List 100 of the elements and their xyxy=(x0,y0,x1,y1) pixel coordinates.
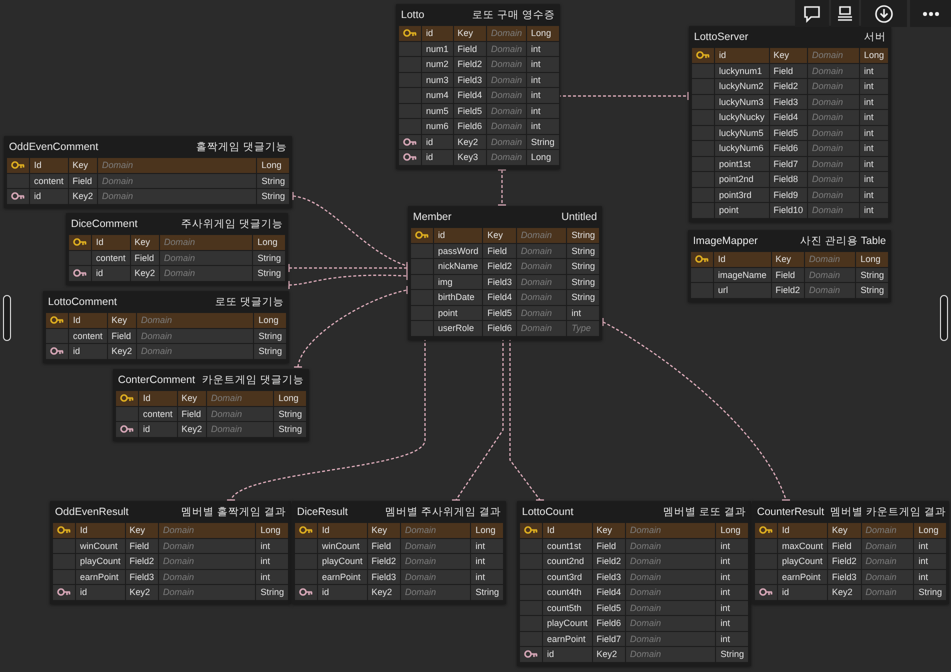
column-name-cell: winCount xyxy=(318,538,367,553)
domain-cell: Domain xyxy=(516,228,566,242)
logical-name-cell: Field10 xyxy=(770,203,808,218)
more-icon xyxy=(922,12,938,16)
foreign-key-icon xyxy=(403,153,417,162)
domain-cell: Domain xyxy=(808,141,859,156)
type-cell: int xyxy=(256,554,288,568)
type-cell: Long xyxy=(254,313,286,328)
primary-key-icon xyxy=(120,394,134,402)
column-name-cell: content xyxy=(139,406,177,421)
domain-cell: Domain xyxy=(626,538,716,553)
type-cell: String xyxy=(856,268,888,282)
domain-cell: Domain xyxy=(626,647,716,662)
entity-comment: 로또 구매 영수증 xyxy=(472,8,555,24)
column-name-cell: Id xyxy=(318,523,367,538)
logical-name-cell: Field4 xyxy=(770,110,808,124)
type-cell: int xyxy=(860,110,888,124)
type-cell: int xyxy=(716,538,748,553)
relationship-line xyxy=(498,169,506,206)
type-cell: String xyxy=(716,647,748,662)
entity-name: Lotto xyxy=(401,8,424,24)
panel-handle[interactable] xyxy=(940,295,948,341)
more-button[interactable] xyxy=(910,0,951,27)
column-name-cell: luckyNum2 xyxy=(715,79,769,94)
type-cell: String xyxy=(914,585,946,600)
type-cell: int xyxy=(527,104,559,118)
column-name-cell: point3rd xyxy=(715,188,769,202)
type-cell: String xyxy=(253,250,285,265)
domain-cell: Domain xyxy=(808,110,859,124)
panel-handle[interactable] xyxy=(3,295,11,341)
entity-name: LottoCount xyxy=(522,505,574,520)
domain-cell: Domain xyxy=(401,585,470,600)
logical-name-cell: Field6 xyxy=(483,321,516,336)
logical-name-cell: Field6 xyxy=(454,119,486,134)
logical-name-cell: Field3 xyxy=(454,72,486,87)
column-name-cell: point xyxy=(715,203,769,218)
type-cell: int xyxy=(914,554,946,568)
list-button[interactable] xyxy=(831,0,859,27)
column-name-cell: id xyxy=(76,585,125,600)
logical-name-cell: Field2 xyxy=(772,283,804,298)
domain-cell: Domain xyxy=(207,422,274,436)
domain-cell: Domain xyxy=(626,616,716,630)
domain-cell: Domain xyxy=(516,244,566,258)
column-name-cell: point2nd xyxy=(715,172,769,186)
column-name-cell: img xyxy=(434,274,482,289)
entity-name: CounterResult xyxy=(757,505,824,520)
domain-cell: Domain xyxy=(808,188,859,202)
key-cell xyxy=(399,42,421,56)
logical-name-cell: Field7 xyxy=(770,156,808,171)
column-name-cell: num4 xyxy=(422,88,453,102)
type-cell: int xyxy=(860,94,888,109)
download-button[interactable] xyxy=(861,0,907,27)
column-name-cell: Id xyxy=(139,391,177,406)
domain-cell: Domain xyxy=(487,42,526,56)
logical-name-cell: Field2 xyxy=(770,79,808,94)
type-cell: int xyxy=(716,554,748,568)
column-name-cell: earnPoint xyxy=(76,570,125,584)
type-cell: Long xyxy=(274,391,306,406)
logical-name-cell: Field2 xyxy=(126,554,158,568)
type-cell: int xyxy=(860,188,888,202)
logical-name-cell: Key2 xyxy=(368,585,400,600)
logical-name-cell: Field2 xyxy=(828,554,861,568)
type-cell: Long xyxy=(914,523,946,538)
domain-cell: Domain xyxy=(487,104,526,118)
column-name-cell: count5th xyxy=(543,600,592,615)
domain-cell: Domain xyxy=(137,344,254,358)
primary-key-icon xyxy=(695,255,709,264)
comment-button[interactable] xyxy=(795,0,829,27)
domain-cell: Domain xyxy=(808,126,859,140)
type-cell: String xyxy=(274,422,306,436)
entity-comment: 멤버별 홀짝게임 결과 xyxy=(181,505,286,520)
domain-cell: Domain xyxy=(160,235,252,250)
column-name-cell: Id xyxy=(714,252,771,266)
type-cell: int xyxy=(716,570,748,584)
primary-key-icon xyxy=(403,29,417,38)
type-cell: int xyxy=(860,156,888,171)
column-name-cell: winCount xyxy=(76,538,125,553)
logical-name-cell: Field3 xyxy=(770,94,808,109)
column-name-cell: Id xyxy=(778,523,828,538)
domain-cell: Domain xyxy=(808,48,859,62)
domain-cell: Domain xyxy=(401,554,470,568)
logical-name-cell: Field3 xyxy=(592,570,626,584)
column-name-cell: point xyxy=(434,306,482,320)
column-name-cell: Id xyxy=(543,523,592,538)
logical-name-cell: Field2 xyxy=(454,57,486,72)
entity-name: ConterComment xyxy=(118,373,196,388)
foreign-key-icon xyxy=(403,138,417,146)
type-cell: String xyxy=(527,134,559,149)
domain-cell: Domain xyxy=(159,523,256,538)
domain-cell: Domain xyxy=(862,538,914,553)
primary-key-icon xyxy=(11,161,25,170)
domain-cell: Domain xyxy=(98,189,256,204)
key-cell xyxy=(411,244,433,258)
column-name-cell: Id xyxy=(92,235,130,250)
primary-key-icon xyxy=(524,526,538,534)
type-cell: Long xyxy=(527,150,559,164)
logical-name-cell: Field xyxy=(592,538,626,553)
logical-name-cell: Field xyxy=(178,406,206,421)
domain-cell: Domain xyxy=(207,406,274,421)
entity-comment: 카운트게임 댓글기능 xyxy=(202,373,304,388)
